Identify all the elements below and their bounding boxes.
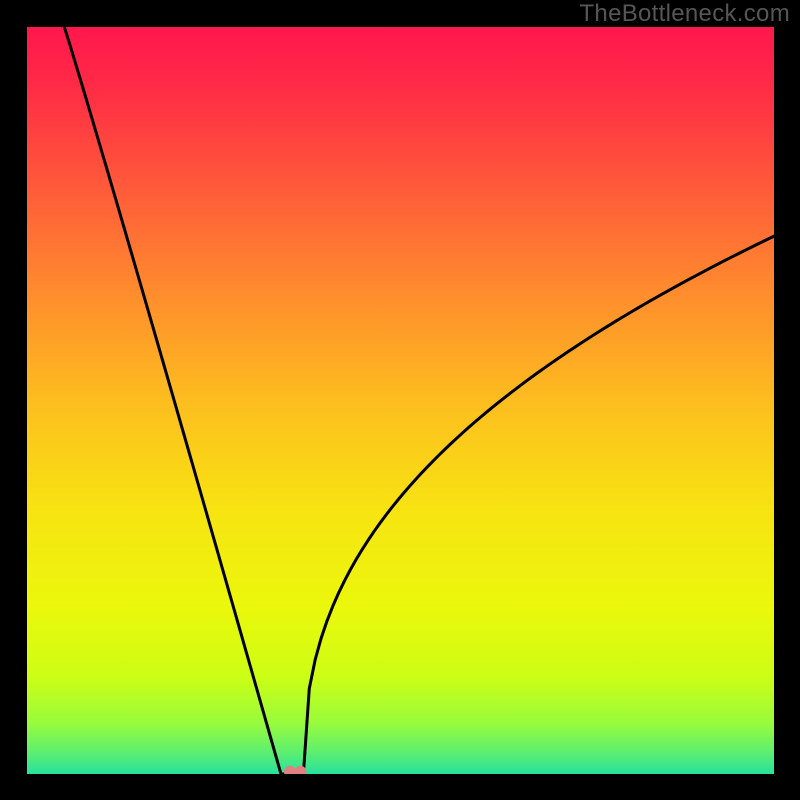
chart-frame: TheBottleneck.com	[0, 0, 800, 800]
marker-b	[294, 766, 306, 778]
plot-background-gradient	[27, 27, 774, 774]
watermark-label: TheBottleneck.com	[579, 0, 790, 28]
marker-a	[284, 766, 296, 778]
bottleneck-chart	[0, 0, 800, 800]
